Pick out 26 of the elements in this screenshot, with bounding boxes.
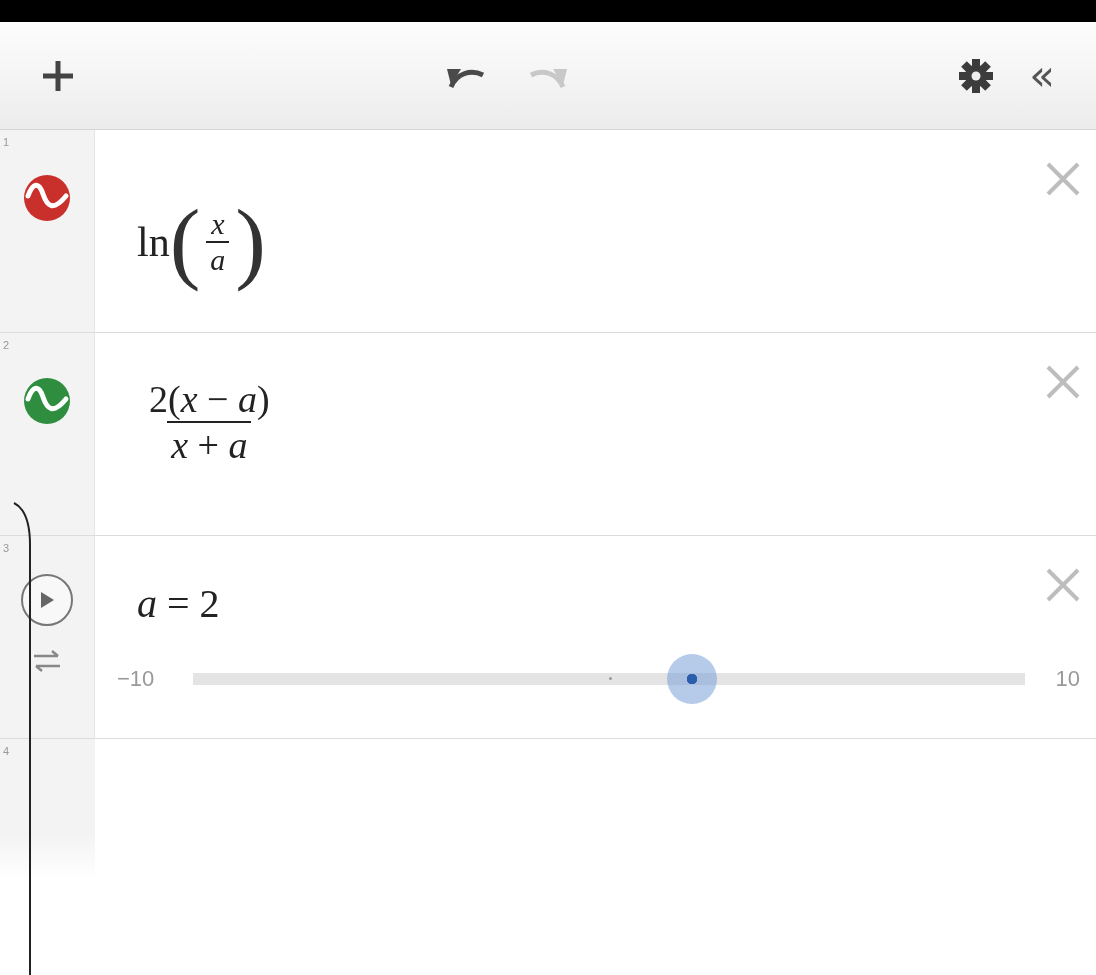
denominator: x + a <box>167 421 252 467</box>
denominator: a <box>206 240 230 277</box>
parenthesis: ( <box>169 189 201 294</box>
slider-max: 10 <box>1055 666 1080 692</box>
play-button[interactable] <box>21 574 73 626</box>
parenthesis: ) <box>235 189 266 294</box>
loop-button[interactable] <box>32 648 62 674</box>
loop-icon <box>32 648 62 674</box>
settings-icon <box>959 58 993 93</box>
close-icon <box>1044 160 1082 198</box>
expression-number: 1 <box>3 136 10 148</box>
collapse-button[interactable]: « <box>1022 52 1062 99</box>
graph-style-icon[interactable] <box>23 377 71 425</box>
slider-min: −10 <box>117 666 155 692</box>
slider-definition: a = 2 <box>137 580 220 627</box>
close-icon <box>1044 363 1082 401</box>
expression-number: 3 <box>3 542 10 554</box>
play-icon <box>39 591 55 609</box>
numerator: x <box>211 206 225 241</box>
slider-thumb[interactable] <box>667 654 718 704</box>
close-icon <box>1044 566 1082 604</box>
graph-style-icon[interactable] <box>23 174 71 222</box>
function-name: ln <box>137 217 170 266</box>
numerator: 2(x − a) <box>148 377 271 421</box>
expression-number: 4 <box>3 745 10 757</box>
expression-number: 2 <box>3 339 10 351</box>
